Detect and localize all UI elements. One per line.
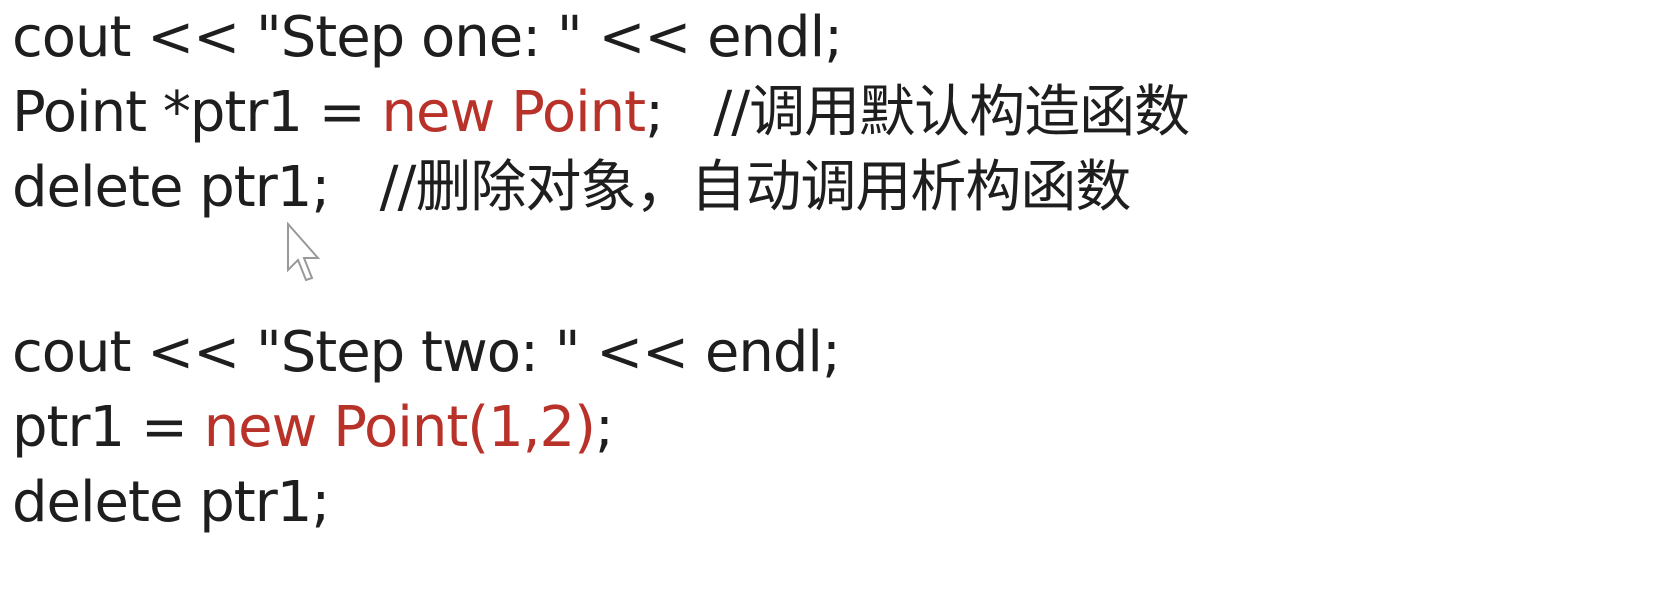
code-text: delete ptr1; //删除对象，自动调用析构函数 [12, 155, 1131, 220]
code-text: delete ptr1; [12, 470, 330, 535]
code-line: Point *ptr1 = new Point; //调用默认构造函数 [12, 75, 1190, 150]
code-line: ptr1 = new Point(1,2); [12, 390, 1189, 465]
code-comment: ; //调用默认构造函数 [645, 80, 1190, 145]
code-line: cout << "Step two: " << endl; [12, 315, 1189, 390]
code-text: Point *ptr1 = [12, 80, 382, 145]
highlighted-code: new Point(1,2) [203, 395, 596, 460]
code-line: delete ptr1; //删除对象，自动调用析构函数 [12, 150, 1189, 225]
code-text: cout << "Step one: " << endl; [12, 5, 843, 70]
code-line: delete ptr1; [12, 465, 1189, 540]
code-text: ptr1 = [12, 395, 204, 460]
highlighted-code: new Point [381, 80, 647, 145]
code-block: cout << "Step one: " << endl; Point *ptr… [12, 0, 1190, 540]
code-text: ; [595, 395, 614, 460]
code-text: cout << "Step two: " << endl; [12, 320, 841, 385]
mouse-pointer-icon [287, 222, 321, 282]
code-line: cout << "Step one: " << endl; [12, 0, 1189, 75]
